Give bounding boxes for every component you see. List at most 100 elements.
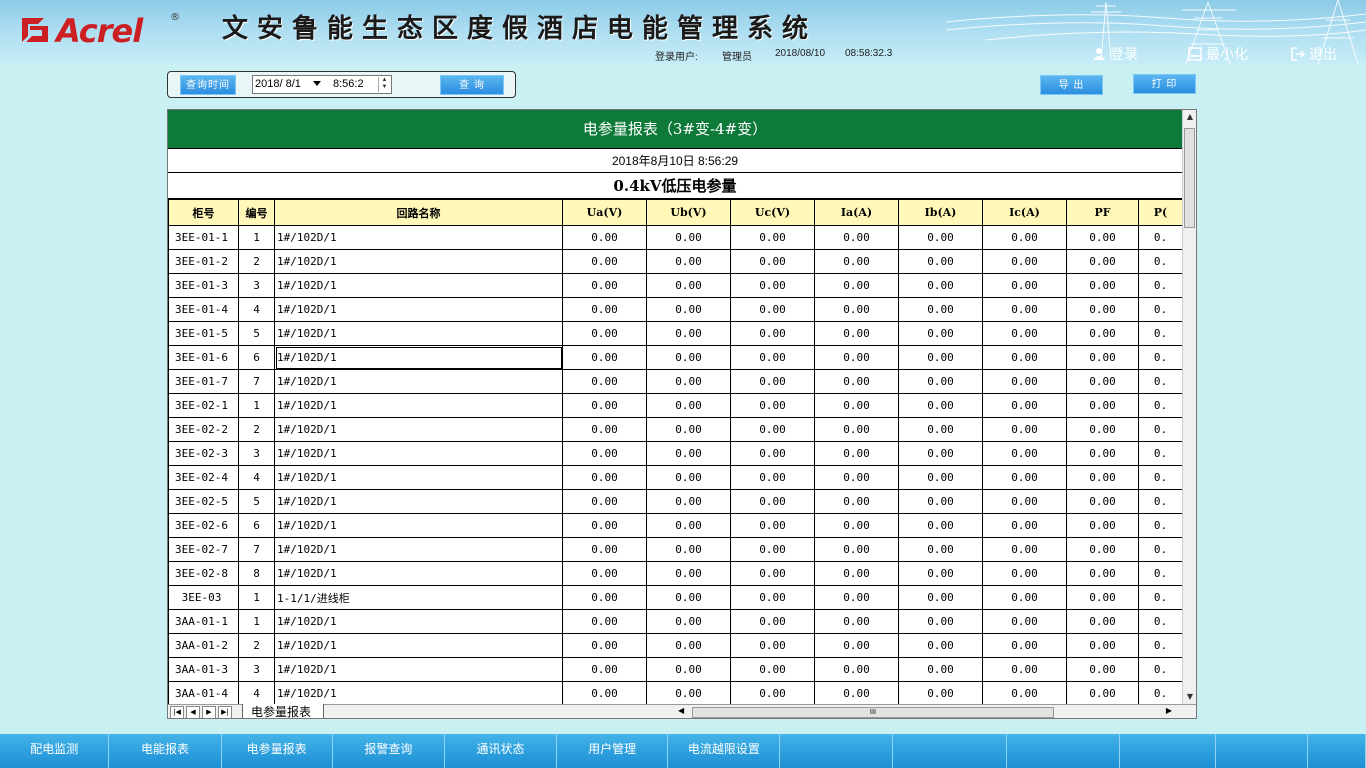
table-row[interactable]: 3EE-02-5 5 1#/102D/1 0.00 0.00 0.00 0.00 0.00 0.… — [168, 489, 1183, 514]
table-cell[interactable]: 0.00 — [898, 297, 983, 322]
table-cell[interactable]: 0.00 — [646, 513, 731, 538]
table-cell[interactable]: 3EE-02-5 — [168, 489, 239, 514]
table-cell[interactable]: 0.00 — [1066, 537, 1139, 562]
table-cell[interactable]: 0.00 — [898, 321, 983, 346]
nav-item[interactable]: 通讯状态 — [445, 734, 558, 768]
table-row[interactable]: 3EE-01-4 4 1#/102D/1 0.00 0.00 0.00 0.00 0.00 0.… — [168, 297, 1183, 322]
table-cell[interactable]: 3EE-01-1 — [168, 225, 239, 250]
table-cell[interactable]: 0.00 — [646, 657, 731, 682]
table-cell[interactable]: 4 — [238, 681, 275, 706]
table-cell[interactable]: 0. — [1138, 657, 1183, 682]
table-cell[interactable]: 0.00 — [646, 633, 731, 658]
table-cell[interactable]: 1 — [238, 609, 275, 634]
table-row[interactable]: 3EE-01-7 7 1#/102D/1 0.00 0.00 0.00 0.00 0.00 0.… — [168, 369, 1183, 394]
table-cell[interactable]: 0.00 — [562, 345, 647, 370]
circuit-name-cell[interactable]: 1#/102D/1 — [274, 441, 563, 466]
vertical-scroll-thumb[interactable] — [1184, 128, 1195, 228]
table-cell[interactable]: 0.00 — [646, 225, 731, 250]
circuit-name-cell[interactable]: 1#/102D/1 — [274, 561, 563, 586]
time-spinner[interactable]: ▲ ▼ — [378, 77, 390, 92]
table-cell[interactable]: 0.00 — [982, 633, 1067, 658]
table-cell[interactable]: 0.00 — [898, 681, 983, 706]
table-cell[interactable]: 0.00 — [898, 657, 983, 682]
table-cell[interactable]: 0.00 — [1066, 369, 1139, 394]
table-cell[interactable]: 0. — [1138, 225, 1183, 250]
circuit-name-cell[interactable]: 1#/102D/1 — [274, 225, 563, 250]
table-cell[interactable]: 6 — [238, 513, 275, 538]
table-cell[interactable]: 0. — [1138, 369, 1183, 394]
table-cell[interactable]: 0.00 — [898, 513, 983, 538]
table-cell[interactable]: 0. — [1138, 513, 1183, 538]
table-cell[interactable]: 3EE-02-7 — [168, 537, 239, 562]
table-cell[interactable]: 0.00 — [562, 585, 647, 610]
table-row[interactable]: 3EE-02-2 2 1#/102D/1 0.00 0.00 0.00 0.00 0.00 0.… — [168, 417, 1183, 442]
table-cell[interactable]: 0. — [1138, 489, 1183, 514]
scroll-right-icon[interactable]: ▶ — [1166, 706, 1172, 715]
table-cell[interactable]: 0.00 — [730, 297, 815, 322]
table-cell[interactable]: 0.00 — [898, 465, 983, 490]
table-cell[interactable]: 0.00 — [814, 537, 899, 562]
nav-item[interactable]: 用户管理 — [557, 734, 669, 768]
table-cell[interactable]: 3AA-01-3 — [168, 657, 239, 682]
table-cell[interactable]: 3EE-01-5 — [168, 321, 239, 346]
table-cell[interactable]: 0. — [1138, 273, 1183, 298]
table-cell[interactable]: 0.00 — [730, 225, 815, 250]
table-cell[interactable]: 3AA-01-4 — [168, 681, 239, 706]
table-cell[interactable]: 0.00 — [1066, 273, 1139, 298]
table-cell[interactable]: 0.00 — [562, 561, 647, 586]
table-cell[interactable]: 0.00 — [730, 393, 815, 418]
table-cell[interactable]: 0.00 — [898, 441, 983, 466]
table-cell[interactable]: 0.00 — [1066, 249, 1139, 274]
vertical-scrollbar[interactable]: ▲ ▼ — [1182, 110, 1196, 704]
table-cell[interactable]: 3 — [238, 273, 275, 298]
table-cell[interactable]: 0. — [1138, 585, 1183, 610]
table-cell[interactable]: 0.00 — [562, 321, 647, 346]
table-cell[interactable]: 0.00 — [730, 681, 815, 706]
table-cell[interactable]: 1 — [238, 393, 275, 418]
table-cell[interactable]: 3EE-02-4 — [168, 465, 239, 490]
table-cell[interactable]: 0.00 — [730, 633, 815, 658]
table-cell[interactable]: 6 — [238, 345, 275, 370]
table-cell[interactable]: 0.00 — [562, 369, 647, 394]
table-cell[interactable]: 0.00 — [1066, 465, 1139, 490]
table-cell[interactable]: 0.00 — [898, 609, 983, 634]
circuit-name-cell[interactable]: 1#/102D/1 — [274, 321, 563, 346]
table-cell[interactable]: 1 — [238, 585, 275, 610]
table-cell[interactable]: 0.00 — [730, 537, 815, 562]
table-cell[interactable]: 0.00 — [814, 609, 899, 634]
table-cell[interactable]: 0.00 — [562, 537, 647, 562]
table-cell[interactable]: 0.00 — [562, 225, 647, 250]
table-cell[interactable]: 0.00 — [982, 681, 1067, 706]
table-cell[interactable]: 0.00 — [730, 345, 815, 370]
table-row[interactable]: 3EE-02-7 7 1#/102D/1 0.00 0.00 0.00 0.00 0.00 0.… — [168, 537, 1183, 562]
table-cell[interactable]: 0.00 — [898, 489, 983, 514]
table-cell[interactable]: 0.00 — [982, 465, 1067, 490]
table-cell[interactable]: 0.00 — [730, 249, 815, 274]
table-cell[interactable]: 0.00 — [730, 657, 815, 682]
circuit-name-cell[interactable]: 1#/102D/1 — [274, 417, 563, 442]
table-cell[interactable]: 0.00 — [730, 609, 815, 634]
scroll-left-icon[interactable]: ◀ — [678, 706, 684, 715]
table-cell[interactable]: 0.00 — [646, 369, 731, 394]
table-cell[interactable]: 0.00 — [562, 273, 647, 298]
table-cell[interactable]: 0.00 — [898, 393, 983, 418]
table-cell[interactable]: 0.00 — [730, 369, 815, 394]
table-row[interactable]: 3EE-02-6 6 1#/102D/1 0.00 0.00 0.00 0.00 0.00 0.… — [168, 513, 1183, 538]
scroll-down-icon[interactable]: ▼ — [1183, 690, 1196, 704]
table-row[interactable]: 3EE-02-8 8 1#/102D/1 0.00 0.00 0.00 0.00 0.00 0.… — [168, 561, 1183, 586]
nav-item[interactable] — [780, 734, 894, 768]
circuit-name-cell[interactable]: 1#/102D/1 — [274, 297, 563, 322]
nav-item[interactable] — [893, 734, 1007, 768]
query-time-label-button[interactable]: 查询时间 — [180, 75, 236, 95]
table-cell[interactable]: 0.00 — [730, 273, 815, 298]
table-cell[interactable]: 0.00 — [646, 585, 731, 610]
table-cell[interactable]: 0.00 — [562, 417, 647, 442]
table-cell[interactable]: 0.00 — [814, 633, 899, 658]
table-cell[interactable]: 3EE-01-6 — [168, 345, 239, 370]
table-row[interactable]: 3EE-03 1 1-1/1/进线柜 0.00 0.00 0.00 0.00 0.00 0.00… — [168, 585, 1183, 610]
table-row[interactable]: 3EE-01-1 1 1#/102D/1 0.00 0.00 0.00 0.00 0.00 0.… — [168, 225, 1183, 250]
datetime-picker[interactable]: 2018/ 8/1 8:56:2 ▲ ▼ — [252, 75, 392, 94]
print-button[interactable]: 打 印 — [1133, 74, 1196, 94]
table-cell[interactable]: 0.00 — [898, 249, 983, 274]
table-cell[interactable]: 0.00 — [982, 225, 1067, 250]
